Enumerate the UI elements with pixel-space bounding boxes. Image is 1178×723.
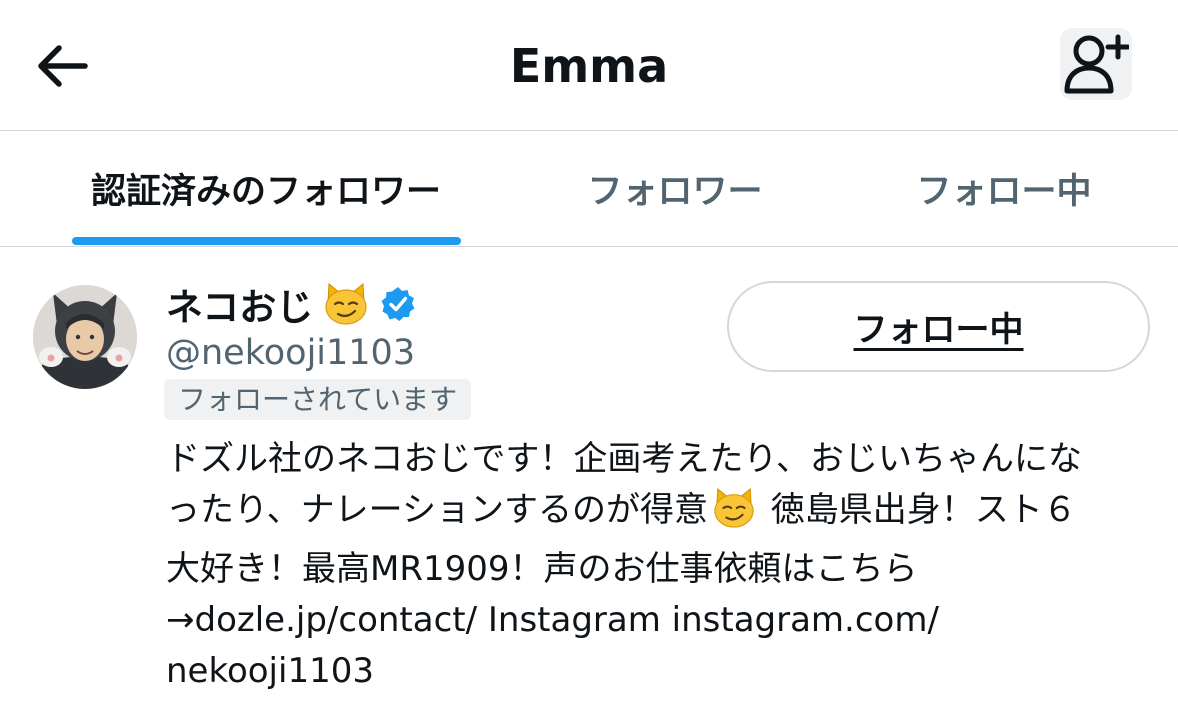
bio-line: 大好き！最高MR1909！声のお仕事依頼はこちら (166, 549, 918, 589)
bio-link-line[interactable]: →dozle.jp/contact/ Instagram instagram.c… (166, 595, 1166, 646)
bio-line: ったり、ナレーションするのが得意 徳島県出身！スト６ (166, 485, 1166, 544)
verified-badge-icon (379, 285, 417, 323)
top-bar: Emma (0, 0, 1178, 131)
page-title: Emma (509, 39, 669, 93)
avatar[interactable] (33, 285, 137, 389)
active-tab-indicator (72, 237, 461, 245)
bio-text: 徳島県出身！スト６ (759, 490, 1077, 530)
tab-followers[interactable]: フォロワー (560, 131, 790, 246)
following-button-label: フォロー中 (853, 310, 1024, 350)
smirking-cat-emoji (712, 487, 756, 544)
add-user-button[interactable] (1060, 28, 1132, 100)
tab-verified-followers[interactable]: 認証済みのフォロワー (60, 131, 472, 246)
user-handle: @nekooji1103 (166, 333, 416, 373)
followers-tabs: 認証済みのフォロワー フォロワー フォロー中 (0, 131, 1178, 247)
tab-following[interactable]: フォロー中 (890, 131, 1118, 246)
following-button[interactable]: フォロー中 (727, 281, 1150, 372)
add-user-icon (1064, 34, 1129, 94)
user-name-row[interactable]: ネコおじ (166, 276, 417, 332)
bio-text: ったり、ナレーションするのが得意 (166, 490, 708, 530)
follows-you-badge: フォローされています (164, 379, 472, 420)
user-display-name: ネコおじ (166, 286, 314, 329)
smirking-cat-emoji (323, 282, 369, 326)
user-bio: ドズル社のネコおじです！企画考えたり、おじいちゃんにな ったり、ナレーションする… (166, 434, 1166, 697)
bio-link-line[interactable]: nekooji1103 (166, 646, 1166, 697)
avatar-image (33, 285, 137, 389)
bio-line: ドズル社のネコおじです！企画考えたり、おじいちゃんにな (166, 439, 1082, 479)
